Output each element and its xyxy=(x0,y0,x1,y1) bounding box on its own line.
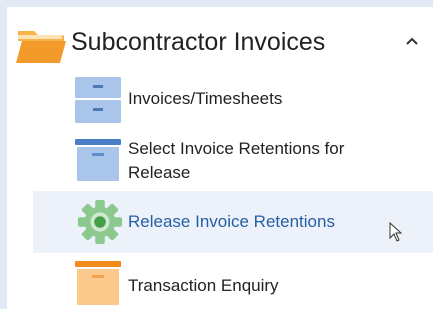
menu-item-transaction-enquiry[interactable]: Transaction Enquiry xyxy=(33,257,433,309)
section-title: Subcontractor Invoices xyxy=(71,28,326,56)
mouse-pointer-icon xyxy=(389,222,403,242)
menu-item-label: Invoices/Timesheets xyxy=(128,89,283,108)
archive-box-icon xyxy=(75,261,121,305)
menu-item-label: Transaction Enquiry xyxy=(128,276,279,295)
archive-box-icon xyxy=(75,139,121,181)
menu-item-release-invoice-retentions[interactable]: Release Invoice Retentions xyxy=(33,191,433,253)
section-header[interactable]: Subcontractor Invoices xyxy=(7,17,433,63)
gear-icon xyxy=(77,199,123,245)
filing-cabinet-icon xyxy=(75,77,121,123)
navigation-panel: Subcontractor Invoices Invoices/Timeshee… xyxy=(7,7,433,309)
folder-icon xyxy=(16,31,66,63)
menu-item-label-line1: Select Invoice Retentions for xyxy=(128,139,345,158)
menu-item-label: Release Invoice Retentions xyxy=(128,212,335,231)
menu-item-select-invoice-retentions[interactable]: Select Invoice Retentions for Release xyxy=(33,133,433,189)
menu-item-label-line2: Release xyxy=(128,163,191,182)
menu-item-invoices-timesheets[interactable]: Invoices/Timesheets xyxy=(33,73,433,125)
chevron-up-icon[interactable] xyxy=(405,35,419,47)
